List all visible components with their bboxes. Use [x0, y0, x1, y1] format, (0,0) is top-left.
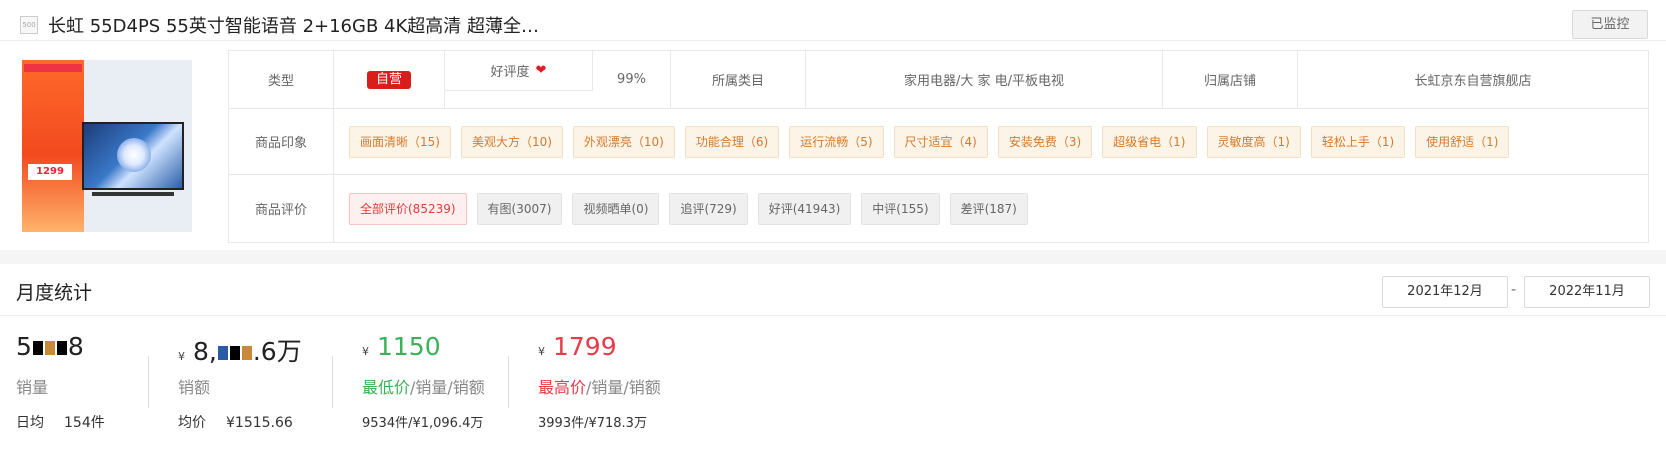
highest-price-label: 最高价/销量/销额	[538, 378, 661, 397]
date-to-picker[interactable]: 2022年11月	[1524, 276, 1650, 308]
review-label: 商品评价	[229, 175, 334, 242]
daily-value: 154件	[64, 415, 105, 431]
stat-divider	[148, 356, 149, 408]
revenue-label: 销额	[178, 378, 211, 397]
highest-price-value: ¥1799	[538, 332, 617, 361]
masked-digit	[56, 341, 67, 355]
impression-tag[interactable]: 灵敏度高（1)	[1206, 125, 1301, 158]
type-value-cell: 自营	[334, 51, 445, 108]
masked-digit	[44, 341, 55, 355]
tv-flower-art	[117, 138, 151, 172]
monitored-button[interactable]: 已监控	[1572, 10, 1648, 39]
image-price-tag: 1299	[28, 164, 72, 180]
image-placeholder-icon: 500	[20, 16, 38, 34]
daily-label: 日均	[16, 415, 44, 431]
review-filter-all[interactable]: 全部评价(85239)	[349, 192, 467, 225]
product-title[interactable]: 长虹 55D4PS 55英寸智能语音 2+16GB 4K超高清 超薄全…	[48, 12, 539, 38]
store-label: 归属店铺	[1163, 51, 1298, 108]
rating-value: 99%	[593, 51, 671, 108]
review-filter-video[interactable]: 视频晒单(0)	[572, 192, 660, 225]
monthly-stats-title: 月度统计	[16, 282, 93, 304]
revenue-value: ¥8, .6万	[178, 337, 302, 366]
sales-label: 销量	[16, 378, 49, 397]
avg-label: 均价	[178, 415, 206, 431]
impression-tag[interactable]: 安装免费（3)	[997, 125, 1093, 158]
date-from-picker[interactable]: 2021年12月	[1382, 276, 1508, 308]
review-filter-positive[interactable]: 好评(41943)	[757, 192, 852, 225]
stat-highest-price: ¥1799 最高价/销量/销额 3993件/¥718.3万	[538, 332, 661, 431]
review-filter-neutral[interactable]: 中评(155)	[861, 192, 940, 225]
lowest-price-label: 最低价/销量/销额	[362, 378, 485, 397]
masked-digit	[241, 346, 252, 360]
review-filter-with-images[interactable]: 有图(3007)	[476, 192, 563, 225]
date-range-separator: -	[1511, 282, 1517, 298]
impression-tag[interactable]: 轻松上手（1)	[1310, 125, 1406, 158]
review-filter-negative[interactable]: 差评(187)	[949, 192, 1028, 225]
impression-tag[interactable]: 运行流畅（5)	[789, 125, 884, 158]
info-row-reviews: 商品评价 全部评价(85239) 有图(3007) 视频晒单(0) 追评(729…	[229, 175, 1648, 242]
impression-label: 商品印象	[229, 109, 334, 174]
stat-divider	[508, 356, 509, 408]
tv-stand	[92, 192, 174, 196]
stat-sales: 58 销量 日均 154件	[16, 332, 105, 431]
impression-tag[interactable]: 外观漂亮（10)	[572, 125, 675, 158]
rating-label-cell: 好评度 ❤	[445, 51, 593, 91]
impression-tag[interactable]: 超级省电（1)	[1102, 125, 1197, 158]
lowest-price-value: ¥1150	[362, 332, 441, 361]
highest-price-detail: 3993件/¥718.3万	[538, 416, 647, 431]
category-value[interactable]: 家用电器/大 家 电/平板电视	[806, 51, 1163, 108]
info-row-basic: 类型 自营 好评度 ❤ 99% 所属类目 家用电器/大 家 电/平板电视 归属店…	[229, 51, 1648, 109]
store-value[interactable]: 长虹京东自营旗舰店	[1298, 51, 1648, 108]
masked-digit	[217, 346, 228, 360]
sales-daily: 日均 154件	[16, 412, 125, 432]
impression-tag[interactable]: 尺寸适宜（4)	[893, 125, 988, 158]
masked-digit	[229, 346, 240, 360]
type-label: 类型	[229, 51, 334, 108]
stat-divider	[332, 356, 333, 408]
stat-revenue: ¥8, .6万 销额 均价 ¥1515.66	[178, 332, 302, 431]
self-operated-badge: 自营	[366, 70, 411, 89]
product-image[interactable]: 1299	[22, 60, 192, 232]
impression-tags: 画面清晰（15) 美观大方（10) 外观漂亮（10) 功能合理（6) 运行流畅（…	[349, 109, 1639, 174]
avg-value: ¥1515.66	[226, 415, 293, 431]
revenue-average: 均价 ¥1515.66	[178, 412, 313, 432]
product-info-table: 类型 自营 好评度 ❤ 99% 所属类目 家用电器/大 家 电/平板电视 归属店…	[228, 50, 1649, 243]
impression-tag[interactable]: 功能合理（6)	[684, 125, 780, 158]
stat-lowest-price: ¥1150 最低价/销量/销额 9534件/¥1,096.4万	[362, 332, 485, 431]
impression-tag[interactable]: 使用舒适（1)	[1415, 125, 1510, 158]
category-label: 所属类目	[671, 51, 806, 108]
promo-poster	[22, 60, 84, 232]
monthly-stats-card: 月度统计 2021年12月 - 2022年11月 58 销量 日均 154件 ¥8…	[0, 264, 1666, 464]
monthly-stats-header: 月度统计 2021年12月 - 2022年11月	[0, 264, 1666, 316]
product-card: 500 长虹 55D4PS 55英寸智能语音 2+16GB 4K超高清 超薄全……	[0, 0, 1666, 250]
review-filter-tags: 全部评价(85239) 有图(3007) 视频晒单(0) 追评(729) 好评(…	[349, 175, 1639, 242]
heart-icon: ❤	[535, 63, 547, 78]
rating-label: 好评度	[490, 65, 530, 80]
lowest-price-detail: 9534件/¥1,096.4万	[362, 416, 484, 431]
product-title-row: 500 长虹 55D4PS 55英寸智能语音 2+16GB 4K超高清 超薄全……	[0, 0, 1666, 41]
info-row-impressions: 商品印象 画面清晰（15) 美观大方（10) 外观漂亮（10) 功能合理（6) …	[229, 109, 1648, 175]
review-filter-followup[interactable]: 追评(729)	[669, 192, 748, 225]
impression-tag[interactable]: 美观大方（10)	[460, 125, 563, 158]
impression-tag[interactable]: 画面清晰（15)	[349, 125, 451, 158]
brand-logo	[24, 64, 82, 72]
sales-value: 58	[16, 332, 84, 361]
masked-digit	[32, 341, 43, 355]
